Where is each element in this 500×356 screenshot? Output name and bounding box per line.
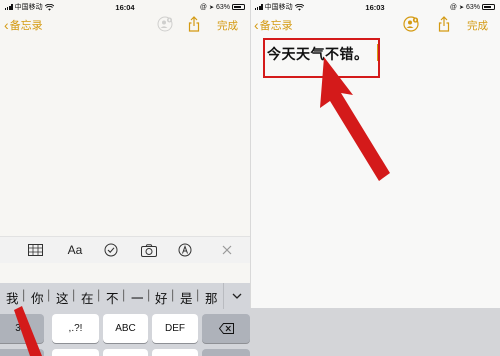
share-icon[interactable] [188,16,200,32]
keyboard-area [250,308,500,356]
camera-icon[interactable] [138,241,160,259]
battery-percent: 63% [215,3,230,11]
battery-icon [482,4,495,10]
wifi-icon [294,3,304,11]
add-people-icon[interactable] [402,16,420,32]
carrier: 中国移动 [255,2,304,12]
signal-icon [5,4,13,10]
chevron-down-icon [232,293,242,299]
battery-icon [232,4,245,10]
candidate-separator: | [196,288,200,302]
status-bar: 中国移动 16:03 @ ➤ 63% [250,0,500,14]
location-icon: ➤ [458,4,464,11]
note-toolbar: Aa [0,236,250,263]
candidate-separator: | [171,288,175,302]
key-row2-4[interactable] [152,349,198,356]
annotation-arrow-right [320,57,390,181]
annotation-arrow-left [14,306,42,356]
done-button[interactable]: 完成 [217,18,238,33]
backspace-key[interactable] [202,314,250,343]
candidate-separator: | [147,288,151,302]
key-row2-3[interactable] [103,349,148,356]
status-right: @ ➤ 63% [450,4,495,11]
close-icon[interactable] [216,241,238,259]
key-def[interactable]: DEF [152,314,198,343]
chevron-left-icon: ‹ [254,16,259,33]
status-time: 16:04 [115,2,135,12]
back-label: 备忘录 [9,20,43,32]
orientation-lock-icon: @ [449,3,457,11]
add-people-icon[interactable] [156,16,174,32]
candidate[interactable]: 在 [81,288,94,307]
status-right: @ ➤ 63% [200,4,245,11]
nav-bar: ‹ 备忘录 完成 [0,14,250,36]
candidate[interactable]: 不 [106,288,119,307]
format-text-icon[interactable]: Aa [64,241,86,259]
expand-candidates-button[interactable] [223,283,250,309]
checklist-icon[interactable] [100,241,122,259]
key-row2-5[interactable] [202,349,250,356]
right-screen: 中国移动 16:03 @ ➤ 63% ‹ 备忘录 完成 今天天气不错。 [250,0,500,356]
chevron-left-icon: ‹ [4,16,9,33]
status-time: 16:03 [365,2,385,12]
location-icon: ➤ [208,4,214,11]
candidate[interactable]: 好 [155,288,168,307]
done-button[interactable]: 完成 [467,18,488,33]
candidate-separator: | [97,288,101,302]
orientation-lock-icon: @ [199,3,207,11]
carrier: 中国移动 [5,2,54,12]
candidate-separator: | [122,288,126,302]
candidate[interactable]: 是 [180,288,193,307]
candidate[interactable]: 那 [205,288,218,307]
key-abc[interactable]: ABC [103,314,148,343]
status-bar: 中国移动 16:04 @ ➤ 63% [0,0,250,14]
table-icon[interactable] [24,241,46,259]
wifi-icon [44,3,54,11]
back-button[interactable]: ‹ 备忘录 [4,17,43,33]
share-icon[interactable] [438,16,450,32]
back-button[interactable]: ‹ 备忘录 [254,17,293,33]
candidate[interactable]: 一 [131,288,144,307]
carrier-name: 中国移动 [14,4,43,11]
back-label: 备忘录 [259,20,293,32]
backspace-icon [218,323,234,334]
nav-bar: ‹ 备忘录 完成 [250,14,500,36]
markup-icon[interactable] [174,241,196,259]
battery-percent: 63% [465,3,480,11]
carrier-name: 中国移动 [264,4,293,11]
left-screen: 中国移动 16:04 @ ➤ 63% ‹ 备忘录 完成 Aa 我 你 这 在 不… [0,0,250,356]
signal-icon [255,4,263,10]
candidate-separator: | [72,288,76,302]
